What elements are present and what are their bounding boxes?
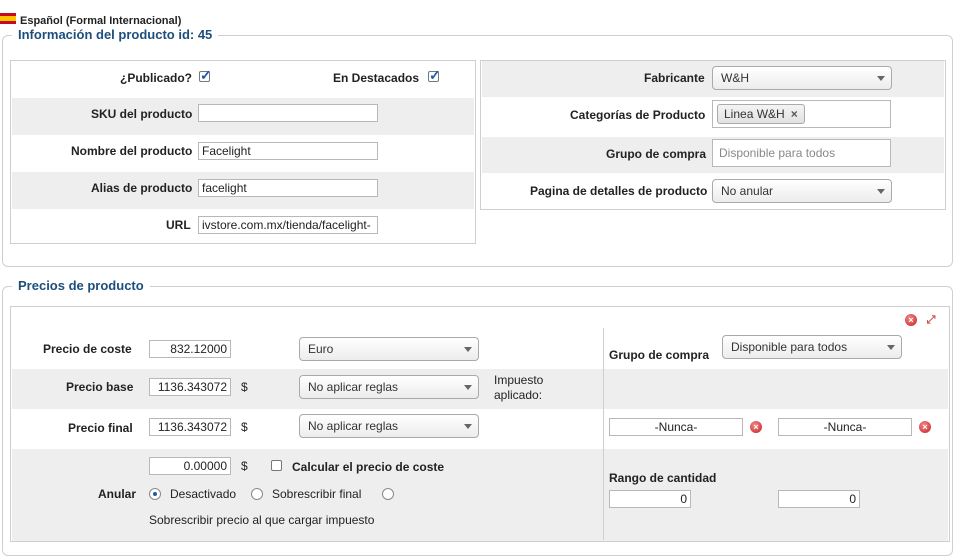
- product-info-legend: Información del producto id: 45: [12, 27, 219, 42]
- quantity-to-input[interactable]: 0: [778, 490, 860, 508]
- price-shopper-group-label: Grupo de compra: [609, 348, 710, 362]
- spain-flag-icon: [0, 13, 16, 24]
- featured-checkbox[interactable]: [428, 67, 441, 84]
- published-label: ¿Publicado?: [120, 71, 192, 85]
- date-to-input[interactable]: -Nunca-: [778, 418, 912, 436]
- radio-disabled-label: Desactivado: [170, 487, 237, 501]
- price-shopper-group-value: Disponible para todos: [731, 340, 848, 354]
- final-rule-select[interactable]: No aplicar reglas: [299, 414, 479, 438]
- name-input[interactable]: Facelight: [198, 142, 378, 160]
- details-page-select[interactable]: No anular: [712, 179, 892, 203]
- chevron-down-icon: [877, 76, 885, 81]
- base-price-label: Precio base: [66, 380, 134, 394]
- clear-date-to-icon[interactable]: ×: [919, 421, 931, 433]
- price-panel-divider: [603, 328, 604, 540]
- tax-applied-label: Impuesto aplicado:: [494, 373, 544, 402]
- currency-value: Euro: [308, 342, 334, 356]
- calc-cost-label: Calcular el precio de coste: [292, 460, 445, 474]
- quantity-range-label: Rango de cantidad: [609, 471, 717, 485]
- override-price-input[interactable]: 0.00000: [149, 457, 231, 475]
- category-tag-label: Linea W&H: [724, 107, 785, 121]
- details-page-label: Pagina de detalles de producto: [530, 184, 708, 198]
- language-label: Español (Formal Internacional): [20, 15, 182, 27]
- cost-input[interactable]: 832.12000: [149, 340, 231, 358]
- manufacturer-select[interactable]: W&H: [712, 66, 892, 90]
- final-price-unit: $: [241, 420, 248, 434]
- details-page-value: No anular: [721, 184, 774, 198]
- alias-label: Alias de producto: [91, 181, 193, 195]
- manufacturer-value: W&H: [721, 71, 749, 85]
- name-label: Nombre del producto: [71, 144, 193, 158]
- radio-disabled[interactable]: [149, 488, 161, 500]
- override-label: Anular: [98, 487, 137, 501]
- alias-input[interactable]: facelight: [198, 179, 378, 197]
- final-rule-value: No aplicar reglas: [308, 419, 399, 433]
- categories-label: Categorías de Producto: [570, 108, 706, 122]
- published-checkbox[interactable]: [199, 67, 212, 84]
- chevron-down-icon: [887, 345, 895, 350]
- radio-override-final-label: Sobrescribir final: [272, 487, 362, 501]
- expand-icon[interactable]: ⤢: [925, 314, 937, 326]
- base-price-unit: $: [241, 380, 248, 394]
- calc-cost-checkbox[interactable]: [271, 460, 282, 471]
- final-price-label: Precio final: [68, 421, 133, 435]
- url-input[interactable]: ivstore.com.mx/tienda/facelight-: [198, 216, 378, 234]
- radio-override-tax[interactable]: [382, 488, 394, 500]
- chevron-down-icon: [464, 385, 472, 390]
- final-price-input[interactable]: 1136.343072: [149, 418, 231, 436]
- base-rule-value: No aplicar reglas: [308, 380, 399, 394]
- shopper-group-input[interactable]: Disponible para todos: [712, 139, 891, 167]
- cost-label: Precio de coste: [43, 342, 132, 356]
- override-price-unit: $: [241, 459, 248, 473]
- shopper-group-label: Grupo de compra: [606, 147, 707, 161]
- base-price-input[interactable]: 1136.343072: [149, 378, 231, 396]
- chevron-down-icon: [464, 424, 472, 429]
- clear-date-from-icon[interactable]: ×: [750, 421, 762, 433]
- chevron-down-icon: [877, 189, 885, 194]
- manufacturer-label: Fabricante: [644, 71, 705, 85]
- prices-legend: Precios de producto: [12, 278, 150, 293]
- price-shopper-group-select[interactable]: Disponible para todos: [722, 335, 902, 359]
- sku-input[interactable]: [198, 104, 378, 122]
- base-rule-select[interactable]: No aplicar reglas: [299, 375, 479, 399]
- remove-tag-icon[interactable]: ×: [791, 107, 798, 121]
- chevron-down-icon: [464, 347, 472, 352]
- date-from-input[interactable]: -Nunca-: [609, 418, 743, 436]
- quantity-from-input[interactable]: 0: [609, 490, 691, 508]
- override-tax-note: Sobrescribir precio al que cargar impues…: [149, 513, 375, 527]
- featured-label: En Destacados: [333, 71, 420, 85]
- category-tag[interactable]: Linea W&H ×: [717, 104, 805, 124]
- sku-label: SKU del producto: [91, 107, 193, 121]
- currency-select[interactable]: Euro: [299, 337, 479, 361]
- shopper-group-placeholder: Disponible para todos: [719, 146, 836, 160]
- remove-price-icon[interactable]: ×: [905, 314, 917, 326]
- radio-override-final[interactable]: [251, 488, 263, 500]
- url-label: URL: [166, 218, 191, 232]
